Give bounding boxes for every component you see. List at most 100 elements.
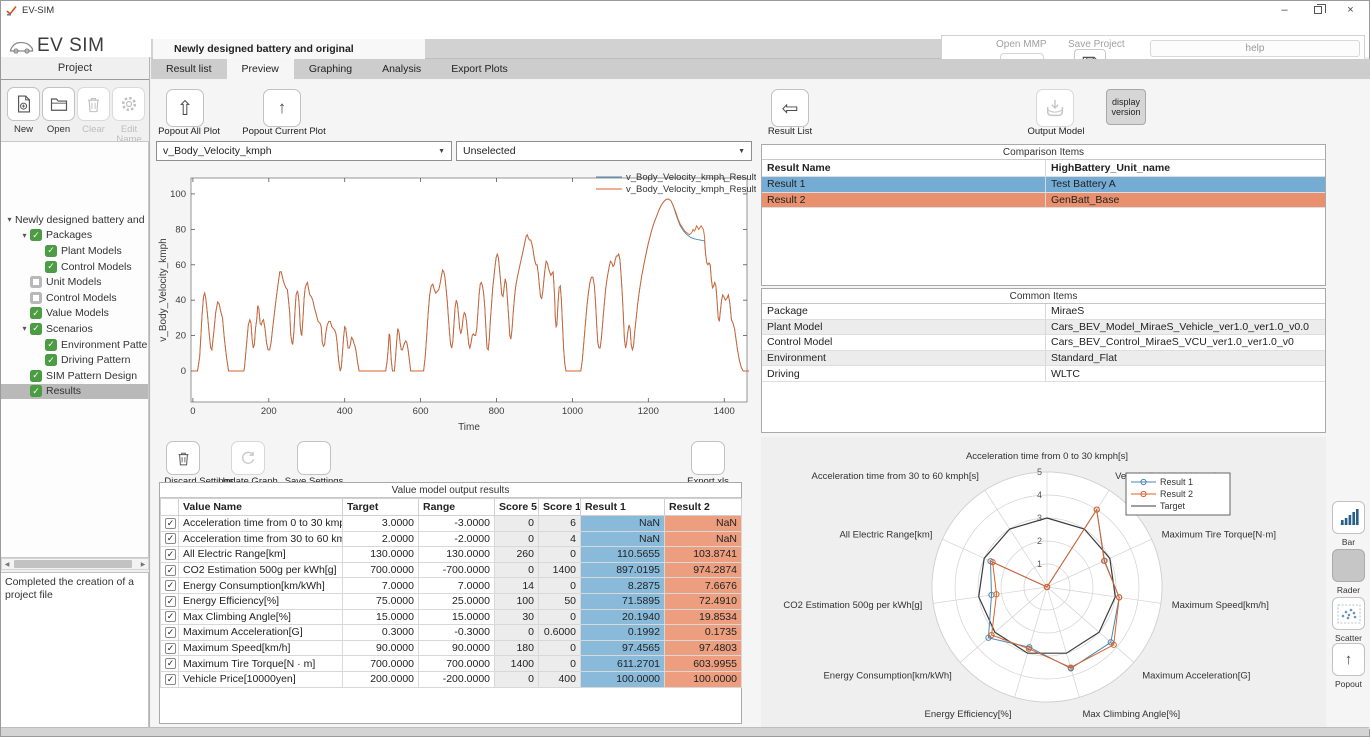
minimize-button[interactable]: – [1268, 2, 1301, 19]
row-checkbox[interactable]: ✓ [165, 643, 176, 654]
tree-checkbox[interactable]: ✓ [30, 370, 42, 382]
new-project-button[interactable] [7, 87, 40, 121]
value-table-header: Result 1 [581, 499, 665, 516]
table-cell: 1400 [495, 656, 539, 672]
tree-item[interactable]: ✓Control Models [1, 259, 148, 275]
common-item-value: Cars_BEV_Model_MiraeS_Vehicle_ver1.0_ver… [1046, 320, 1325, 335]
table-cell: 0 [495, 671, 539, 687]
value-results-caption: Value model output results [160, 483, 741, 498]
open-project-button[interactable] [42, 87, 75, 121]
table-row: ✓Max Climbing Angle[%]15.000015.00003002… [161, 609, 742, 625]
close-button[interactable]: × [1334, 2, 1367, 19]
plot-series-dropdown[interactable]: v_Body_Velocity_kmph ▼ [156, 141, 452, 161]
document-tab[interactable]: Newly designed battery and original [153, 39, 425, 59]
tree-item[interactable]: ✓SIM Pattern Design [1, 368, 148, 384]
update-graph-button[interactable] [231, 441, 265, 475]
table-cell: 15.0000 [343, 609, 419, 625]
svg-text:20: 20 [175, 331, 186, 342]
tree-item[interactable]: ✓Plant Models [1, 243, 148, 259]
new-document-icon [14, 94, 34, 114]
restore-button[interactable] [1301, 2, 1334, 19]
plot-series-dropdown-2[interactable]: Unselected ▼ [456, 141, 752, 161]
table-cell: 14 [495, 578, 539, 594]
clear-project-button[interactable] [77, 87, 110, 121]
tree-item[interactable]: ▾✓Packages [1, 228, 148, 244]
table-cell: 100.0000 [665, 671, 742, 687]
row-checkbox[interactable]: ✓ [165, 565, 176, 576]
row-checkbox[interactable]: ✓ [165, 674, 176, 685]
tree-item[interactable]: Unit Models [1, 274, 148, 290]
table-row: ✓CO2 Estimation 500g per kWh[g]700.0000-… [161, 562, 742, 578]
tree-item[interactable]: ✓Environment Pattern [1, 337, 148, 353]
tree-checkbox[interactable]: ✓ [45, 339, 57, 351]
tree-checkbox[interactable]: ✓ [45, 245, 57, 257]
output-model-button[interactable] [1036, 89, 1074, 127]
bar-chart-button[interactable] [1332, 501, 1365, 534]
svg-text:3: 3 [1037, 513, 1042, 523]
popout-all-plot-button[interactable]: ⇧ [166, 89, 204, 127]
expand-arrow-icon[interactable]: ▾ [19, 231, 30, 240]
tab-result-list[interactable]: Result list [151, 59, 227, 79]
row-checkbox[interactable]: ✓ [165, 549, 176, 560]
tree-checkbox[interactable] [30, 292, 42, 304]
save-settings-button[interactable] [297, 441, 331, 475]
discard-settings-button[interactable] [166, 441, 200, 475]
row-checkbox[interactable]: ✓ [165, 658, 176, 669]
tree-checkbox[interactable] [30, 276, 42, 288]
expand-arrow-icon[interactable]: ▾ [4, 215, 15, 224]
tree-checkbox[interactable]: ✓ [45, 354, 57, 366]
result-list-button[interactable]: ⇦ [771, 89, 809, 127]
tab-graphing[interactable]: Graphing [294, 59, 367, 79]
window-bottom-edge [1, 727, 1369, 736]
expand-arrow-icon[interactable]: ▾ [19, 324, 30, 333]
scroll-left-icon[interactable]: ◀ [2, 561, 12, 568]
tree-item[interactable]: ✓Results [1, 384, 148, 400]
scrollbar-thumb[interactable] [14, 560, 132, 568]
table-cell: Maximum Speed[km/h] [179, 640, 343, 656]
comparison-result-name: Result 1 [762, 177, 1046, 192]
row-checkbox[interactable]: ✓ [165, 611, 176, 622]
row-checkbox[interactable]: ✓ [165, 627, 176, 638]
tab-analysis[interactable]: Analysis [367, 59, 436, 79]
scroll-right-icon[interactable]: ▶ [138, 561, 148, 568]
radar-button-label: Rader [1326, 585, 1370, 595]
tree-checkbox[interactable]: ✓ [30, 307, 42, 319]
output-model-label: Output Model [996, 127, 1116, 137]
row-checkbox[interactable]: ✓ [165, 596, 176, 607]
row-checkbox[interactable]: ✓ [165, 533, 176, 544]
common-items-caption: Common Items [762, 289, 1325, 304]
tab-preview[interactable]: Preview [227, 59, 294, 79]
table-cell: 400 [539, 671, 581, 687]
tree-checkbox[interactable]: ✓ [45, 261, 57, 273]
table-cell: 71.5895 [581, 593, 665, 609]
row-checkbox[interactable]: ✓ [165, 518, 176, 529]
export-xls-button[interactable] [691, 441, 725, 475]
table-cell: 72.4910 [665, 593, 742, 609]
comparison-row[interactable]: Result 1Test Battery A [762, 177, 1325, 193]
svg-text:v_Body_Velocity_kmph_Result 2: v_Body_Velocity_kmph_Result 2 [626, 184, 756, 195]
popout-chart-button[interactable]: ↑ [1332, 643, 1365, 676]
value-results-table: Value NameTargetRangeScore 5Score 1Resul… [160, 498, 742, 688]
tree-item[interactable]: ▾Newly designed battery and original [1, 212, 148, 228]
help-button[interactable]: help [1150, 40, 1360, 57]
chevron-down-icon: ▼ [738, 148, 745, 155]
svg-text:80: 80 [175, 224, 186, 235]
comparison-row[interactable]: Result 2GenBatt_Base [762, 193, 1325, 209]
tree-checkbox[interactable]: ✓ [30, 229, 42, 241]
radar-chart-button[interactable] [1332, 549, 1365, 582]
tree-item[interactable]: ✓Value Models [1, 306, 148, 322]
edit-name-button[interactable] [112, 87, 145, 121]
tree-horizontal-scrollbar[interactable]: ◀ ▶ [1, 558, 149, 570]
score-radar-chart: 12345Acceleration time from 0 to 30 kmph… [761, 437, 1326, 729]
tab-export-plots[interactable]: Export Plots [436, 59, 523, 79]
popout-current-plot-button[interactable]: ↑ [263, 89, 301, 127]
row-checkbox[interactable]: ✓ [165, 580, 176, 591]
tree-checkbox[interactable]: ✓ [30, 323, 42, 335]
display-version-button[interactable]: display version [1106, 89, 1146, 125]
table-cell: 0 [539, 547, 581, 563]
tree-item[interactable]: ✓Driving Pattern [1, 352, 148, 368]
tree-item[interactable]: ▾✓Scenarios [1, 321, 148, 337]
tree-item[interactable]: Control Models [1, 290, 148, 306]
tree-checkbox[interactable]: ✓ [30, 385, 42, 397]
scatter-chart-button[interactable] [1332, 597, 1365, 630]
